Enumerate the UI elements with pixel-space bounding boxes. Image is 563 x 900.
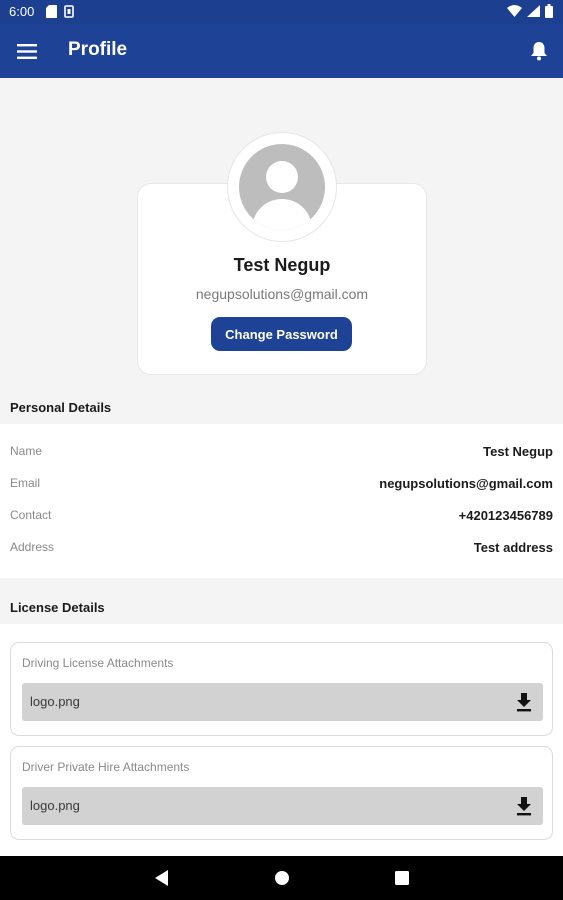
bell-icon: [531, 42, 547, 61]
attachment-file-name: logo.png: [30, 798, 80, 813]
detail-label: Name: [10, 444, 43, 458]
download-icon[interactable]: [515, 796, 533, 816]
back-button[interactable]: [152, 868, 172, 888]
menu-button[interactable]: [10, 36, 44, 66]
system-nav-bar: [0, 856, 563, 900]
sd-card-icon: [46, 5, 57, 18]
detail-row-name: Name Test Negup: [10, 444, 553, 459]
profile-name: Test Negup: [233, 255, 331, 275]
detail-value: Test Negup: [483, 444, 553, 459]
attachment-file-name: logo.png: [30, 694, 80, 709]
profile-email: negupsolutions@gmail.com: [195, 286, 369, 302]
personal-details-title: Personal Details: [10, 400, 112, 415]
battery-icon: [545, 4, 553, 18]
license-details-title: License Details: [10, 600, 105, 615]
detail-row-address: Address Test address: [10, 540, 553, 555]
home-icon: [275, 871, 289, 885]
personal-details-panel: Name Test Negup Email negupsolutions@gma…: [0, 424, 563, 578]
detail-row-contact: Contact +420123456789: [10, 508, 553, 523]
download-icon[interactable]: [515, 692, 533, 712]
avatar[interactable]: [227, 132, 337, 242]
attachment-file-row[interactable]: logo.png: [22, 787, 543, 825]
avatar-placeholder-icon: [239, 144, 325, 230]
detail-value: +420123456789: [458, 508, 553, 523]
status-left-icons: [46, 5, 74, 18]
driving-license-attachment-card: Driving License Attachments logo.png: [10, 642, 553, 736]
detail-label: Email: [10, 476, 41, 490]
license-details-panel: Driving License Attachments logo.png Dri…: [0, 624, 563, 856]
recents-button[interactable]: [392, 868, 412, 888]
detail-label: Address: [10, 540, 55, 554]
menu-icon: [17, 43, 37, 59]
sim-icon: [64, 5, 74, 18]
back-icon: [155, 870, 168, 886]
detail-value: negupsolutions@gmail.com: [379, 476, 553, 491]
recents-icon: [395, 871, 409, 885]
home-button[interactable]: [272, 868, 292, 888]
attachment-title: Driving License Attachments: [22, 656, 174, 670]
private-hire-attachment-card: Driver Private Hire Attachments logo.png: [10, 746, 553, 840]
status-right-icons: [507, 4, 553, 18]
page-title: Profile: [68, 39, 128, 60]
wifi-icon: [507, 5, 522, 17]
detail-value: Test address: [473, 540, 553, 555]
status-time: 6:00: [9, 4, 35, 19]
attachment-file-row[interactable]: logo.png: [22, 683, 543, 721]
notifications-button[interactable]: [525, 37, 553, 65]
signal-icon: [527, 5, 540, 17]
status-bar: 6:00: [0, 0, 563, 24]
attachment-title: Driver Private Hire Attachments: [22, 760, 190, 774]
app-bar: Profile: [0, 24, 563, 78]
detail-row-email: Email negupsolutions@gmail.com: [10, 476, 553, 491]
change-password-button[interactable]: Change Password: [211, 317, 352, 351]
detail-label: Contact: [10, 508, 52, 522]
